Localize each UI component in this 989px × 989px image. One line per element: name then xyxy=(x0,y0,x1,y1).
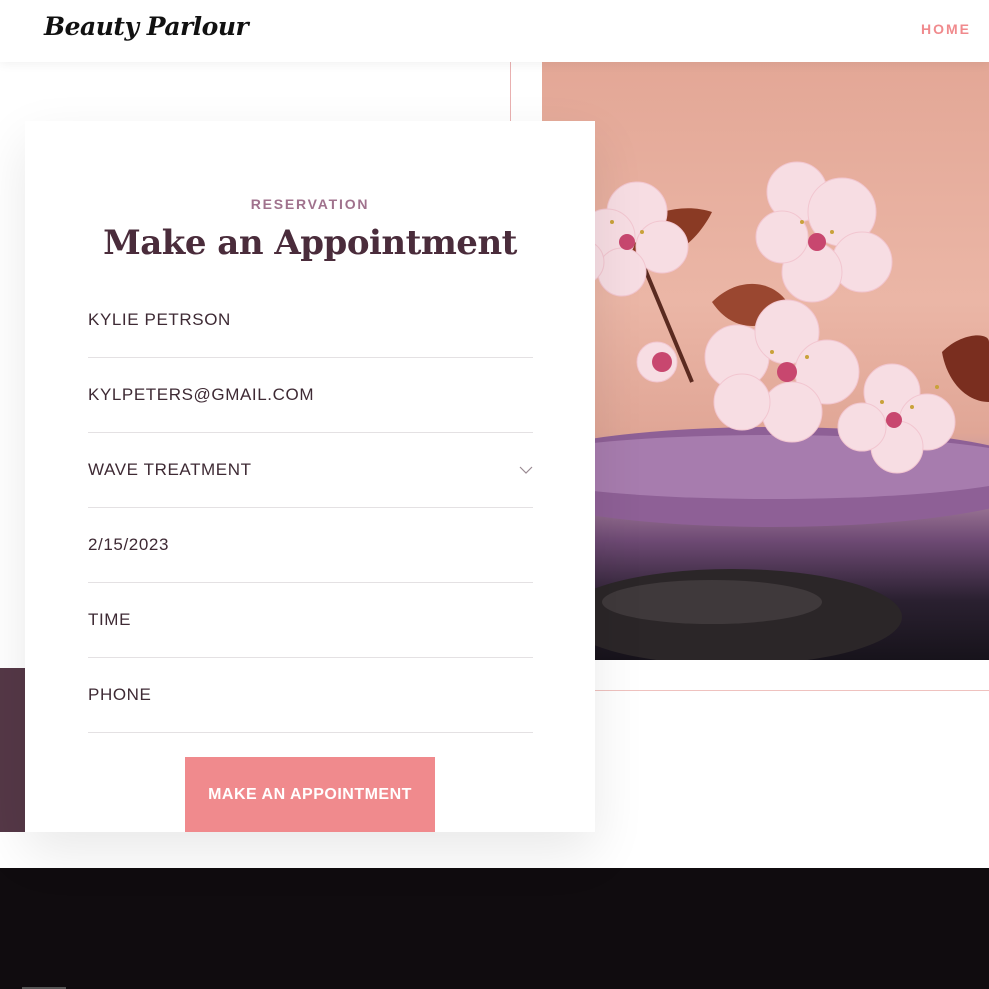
phone-field[interactable]: PHONE xyxy=(88,657,533,733)
cherry-blossom-illustration xyxy=(542,161,989,660)
decorative-side-strip xyxy=(0,668,25,832)
phone-field-value: PHONE xyxy=(88,685,152,704)
email-field[interactable]: KYLPETERS@GMAIL.COM xyxy=(88,357,533,433)
time-field[interactable]: TIME xyxy=(88,582,533,658)
form-eyebrow: RESERVATION xyxy=(250,196,370,212)
site-header: Beauty Parlour HOME xyxy=(0,0,989,62)
date-field[interactable]: 2/15/2023 xyxy=(88,507,533,583)
date-field-value: 2/15/2023 xyxy=(88,535,170,554)
site-logo[interactable]: Beauty Parlour xyxy=(44,12,249,41)
make-appointment-button[interactable]: MAKE AN APPOINTMENT xyxy=(185,757,435,832)
name-field[interactable]: KYLIE PETRSON xyxy=(88,282,533,358)
chevron-down-icon[interactable] xyxy=(519,465,533,475)
appointment-form-card: RESERVATION Make an Appointment KYLIE PE… xyxy=(25,121,595,832)
form-title: Make an Appointment xyxy=(103,223,517,263)
site-footer xyxy=(0,868,989,989)
email-field-value: KYLPETERS@GMAIL.COM xyxy=(88,385,315,404)
treatment-select-value: WAVE TREATMENT xyxy=(88,460,252,479)
hero-photo-cherry-blossoms xyxy=(542,62,989,660)
name-field-value: KYLIE PETRSON xyxy=(88,310,231,329)
time-field-value: TIME xyxy=(88,610,132,629)
treatment-select[interactable]: WAVE TREATMENT xyxy=(88,432,533,508)
decorative-horizontal-line xyxy=(595,690,989,691)
nav-home-link[interactable]: HOME xyxy=(921,21,971,37)
decorative-vertical-line xyxy=(510,62,511,122)
